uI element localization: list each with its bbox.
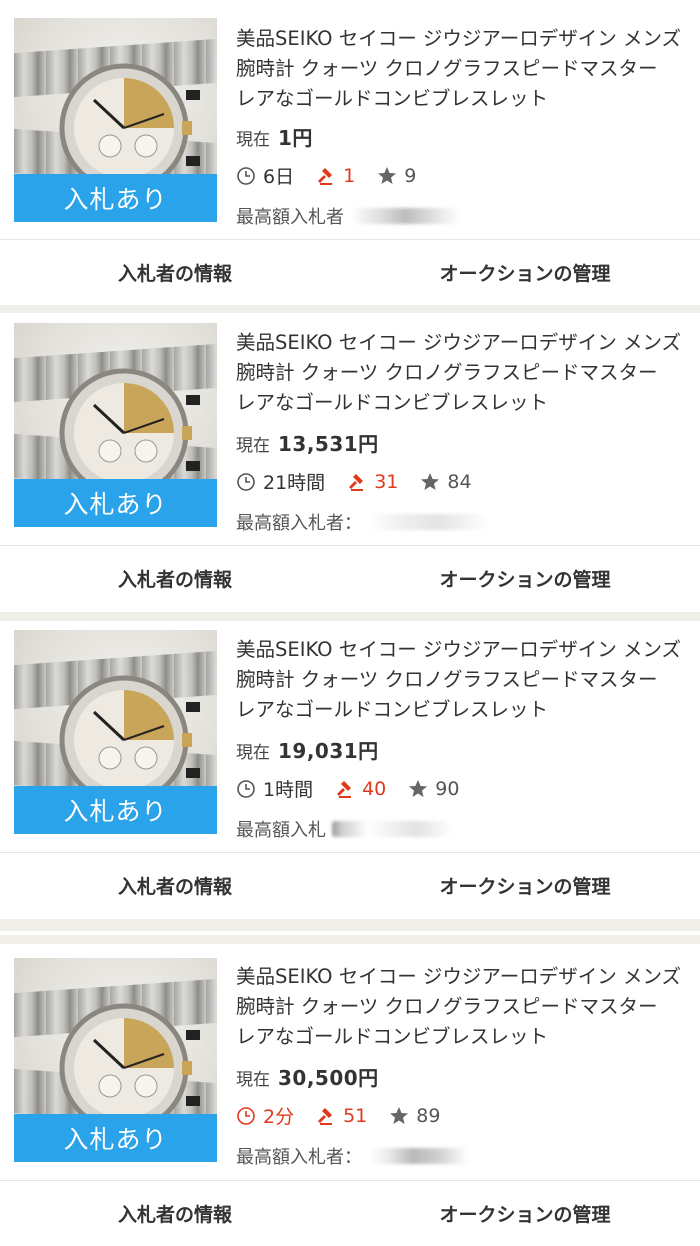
- time-left-value: 6日: [263, 166, 295, 188]
- item-thumbnail[interactable]: 入札あり: [14, 630, 217, 834]
- item-title[interactable]: 美品SEIKO セイコー ジウジアーロデザイン メンズ腕時計 クォーツ クロノグ…: [236, 328, 682, 418]
- auction-card: 入札あり 美品SEIKO セイコー ジウジアーロデザイン メンズ腕時計 クォーツ…: [0, 944, 700, 1245]
- time-left: 1時間: [236, 775, 313, 802]
- item-thumbnail[interactable]: 入札あり: [14, 958, 217, 1162]
- auction-card: 入札あり 美品SEIKO セイコー ジウジアーロデザイン メンズ腕時計 クォーツ…: [0, 0, 700, 305]
- bid-count-value: 31: [374, 470, 399, 493]
- price-label: 現在: [236, 743, 270, 763]
- clock-icon: [237, 472, 255, 491]
- item-thumbnail[interactable]: 入札あり: [14, 323, 217, 527]
- price-label: 現在: [236, 130, 270, 150]
- price-value: 13,531円: [278, 432, 379, 456]
- bid-count-value: 1: [343, 164, 356, 187]
- top-bidder-label: 最高額入札者：: [236, 513, 362, 534]
- bidder-info-button[interactable]: 入札者の情報: [0, 1180, 350, 1246]
- price-label: 現在: [236, 1070, 270, 1090]
- watch-count: 89: [389, 1105, 440, 1127]
- watch-count: 90: [408, 778, 459, 800]
- card-separator: [0, 612, 700, 621]
- bid-status-badge: 入札あり: [14, 786, 217, 834]
- price-label: 現在: [236, 436, 270, 456]
- redacted-bidder-name: [350, 208, 460, 224]
- manage-auction-button[interactable]: オークションの管理: [350, 852, 700, 918]
- watch-count-value: 9: [404, 164, 417, 187]
- current-price: 現在 1円: [236, 122, 313, 151]
- star-icon: [421, 472, 440, 490]
- current-price: 現在 13,531円: [236, 428, 379, 457]
- clock-icon: [237, 1106, 255, 1125]
- clock-icon: [237, 779, 255, 798]
- gavel-icon: [318, 1107, 333, 1125]
- auction-card: 入札あり 美品SEIKO セイコー ジウジアーロデザイン メンズ腕時計 クォーツ…: [0, 621, 700, 919]
- top-bidder-label: 最高額入札: [236, 820, 326, 841]
- top-bidder: 最高額入札: [236, 816, 452, 842]
- current-price: 現在 19,031円: [236, 735, 379, 764]
- current-price: 現在 30,500円: [236, 1062, 379, 1091]
- time-left-value: 2分: [263, 1106, 295, 1128]
- bid-status-badge: 入札あり: [14, 174, 217, 222]
- bid-count: 1: [316, 165, 355, 187]
- watch-count: 84: [420, 470, 472, 493]
- bid-count-value: 51: [343, 1104, 368, 1127]
- time-left-value: 1時間: [263, 779, 314, 801]
- top-bidder: 最高額入札者：: [236, 1143, 468, 1169]
- bid-count: 31: [347, 471, 398, 493]
- manage-auction-button[interactable]: オークションの管理: [350, 1180, 700, 1246]
- redacted-bidder-name: [332, 821, 452, 837]
- bid-status-badge: 入札あり: [14, 1114, 217, 1162]
- gavel-icon: [337, 780, 352, 798]
- manage-auction-button[interactable]: オークションの管理: [350, 545, 700, 611]
- bid-count: 51: [316, 1105, 367, 1127]
- clock-icon: [237, 166, 255, 185]
- item-title[interactable]: 美品SEIKO セイコー ジウジアーロデザイン メンズ腕時計 クォーツ クロノグ…: [236, 962, 682, 1052]
- bidder-info-button[interactable]: 入札者の情報: [0, 545, 350, 611]
- top-bidder-label: 最高額入札者：: [236, 1147, 362, 1168]
- gavel-icon: [349, 473, 364, 491]
- redacted-bidder-name: [368, 1148, 468, 1164]
- price-value: 1円: [278, 126, 313, 150]
- watch-count-value: 90: [435, 777, 460, 800]
- gavel-icon: [318, 167, 333, 185]
- time-left-value: 21時間: [263, 472, 326, 494]
- top-bidder: 最高額入札者: [236, 203, 460, 229]
- top-bidder: 最高額入札者：: [236, 509, 488, 535]
- star-icon: [390, 1106, 409, 1124]
- bid-count-value: 40: [362, 777, 387, 800]
- price-value: 30,500円: [278, 1066, 379, 1090]
- star-icon: [378, 166, 397, 184]
- watch-count: 9: [377, 165, 416, 187]
- redacted-bidder-name: [368, 514, 488, 530]
- top-bidder-label: 最高額入札者: [236, 207, 344, 228]
- stats-row: 21時間 31 84: [236, 468, 494, 495]
- card-separator: [0, 305, 700, 313]
- bidder-info-button[interactable]: 入札者の情報: [0, 239, 350, 305]
- card-separator: [0, 919, 700, 944]
- stats-row: 1時間 40 90: [236, 775, 481, 802]
- price-value: 19,031円: [278, 739, 379, 763]
- stats-row: 2分 51 89: [236, 1102, 462, 1129]
- item-title[interactable]: 美品SEIKO セイコー ジウジアーロデザイン メンズ腕時計 クォーツ クロノグ…: [236, 24, 682, 114]
- item-thumbnail[interactable]: 入札あり: [14, 18, 217, 222]
- stats-row: 6日 1 9: [236, 162, 438, 189]
- time-left: 21時間: [236, 468, 325, 495]
- time-left: 6日: [236, 162, 294, 189]
- auction-card: 入札あり 美品SEIKO セイコー ジウジアーロデザイン メンズ腕時計 クォーツ…: [0, 313, 700, 612]
- star-icon: [409, 779, 428, 797]
- bidder-info-button[interactable]: 入札者の情報: [0, 852, 350, 918]
- bid-status-badge: 入札あり: [14, 479, 217, 527]
- watch-count-value: 89: [416, 1104, 441, 1127]
- watch-count-value: 84: [447, 470, 472, 493]
- item-title[interactable]: 美品SEIKO セイコー ジウジアーロデザイン メンズ腕時計 クォーツ クロノグ…: [236, 635, 682, 725]
- bid-count: 40: [335, 778, 386, 800]
- manage-auction-button[interactable]: オークションの管理: [350, 239, 700, 305]
- time-left: 2分: [236, 1102, 294, 1129]
